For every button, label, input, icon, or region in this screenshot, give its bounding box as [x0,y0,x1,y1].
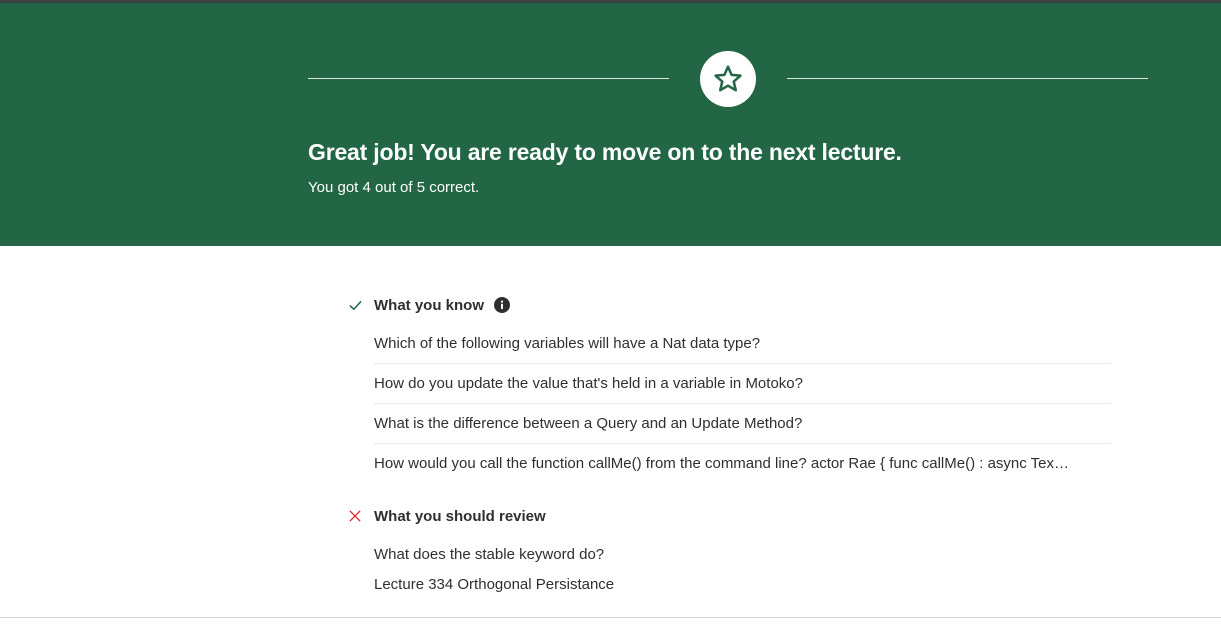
info-icon[interactable] [494,297,510,313]
banner-divider-left [308,78,669,79]
result-headline: Great job! You are ready to move on to t… [308,139,902,165]
known-question-item: What is the difference between a Query a… [374,404,1111,444]
result-banner: Great job! You are ready to move on to t… [0,3,1221,246]
review-lecture-link[interactable]: Lecture 334 Orthogonal Persistance [374,575,1111,595]
review-header: What you should review [347,506,1112,526]
known-question-item: Which of the following variables will ha… [374,324,1111,364]
known-questions-list: Which of the following variables will ha… [374,324,1111,483]
review-title: What you should review [374,507,546,525]
what-you-know-section: What you know Which of the following var… [347,295,1112,483]
check-icon [347,297,363,313]
banner-divider-right [787,78,1148,79]
footer-divider [0,617,1221,618]
star-icon [714,65,742,92]
known-question-item: How would you call the function callMe()… [374,455,1070,472]
what-you-know-title: What you know [374,296,484,314]
review-section: What you should review What does the sta… [347,506,1112,595]
review-question-item: What does the stable keyword do? [374,546,605,563]
x-icon [347,508,363,524]
what-you-know-header: What you know [347,295,1112,315]
star-badge [700,51,756,107]
review-list: What does the stable keyword do? Lecture… [374,545,1111,595]
known-question-item: How do you update the value that's held … [374,364,1111,404]
score-text: You got 4 out of 5 correct. [308,179,480,196]
